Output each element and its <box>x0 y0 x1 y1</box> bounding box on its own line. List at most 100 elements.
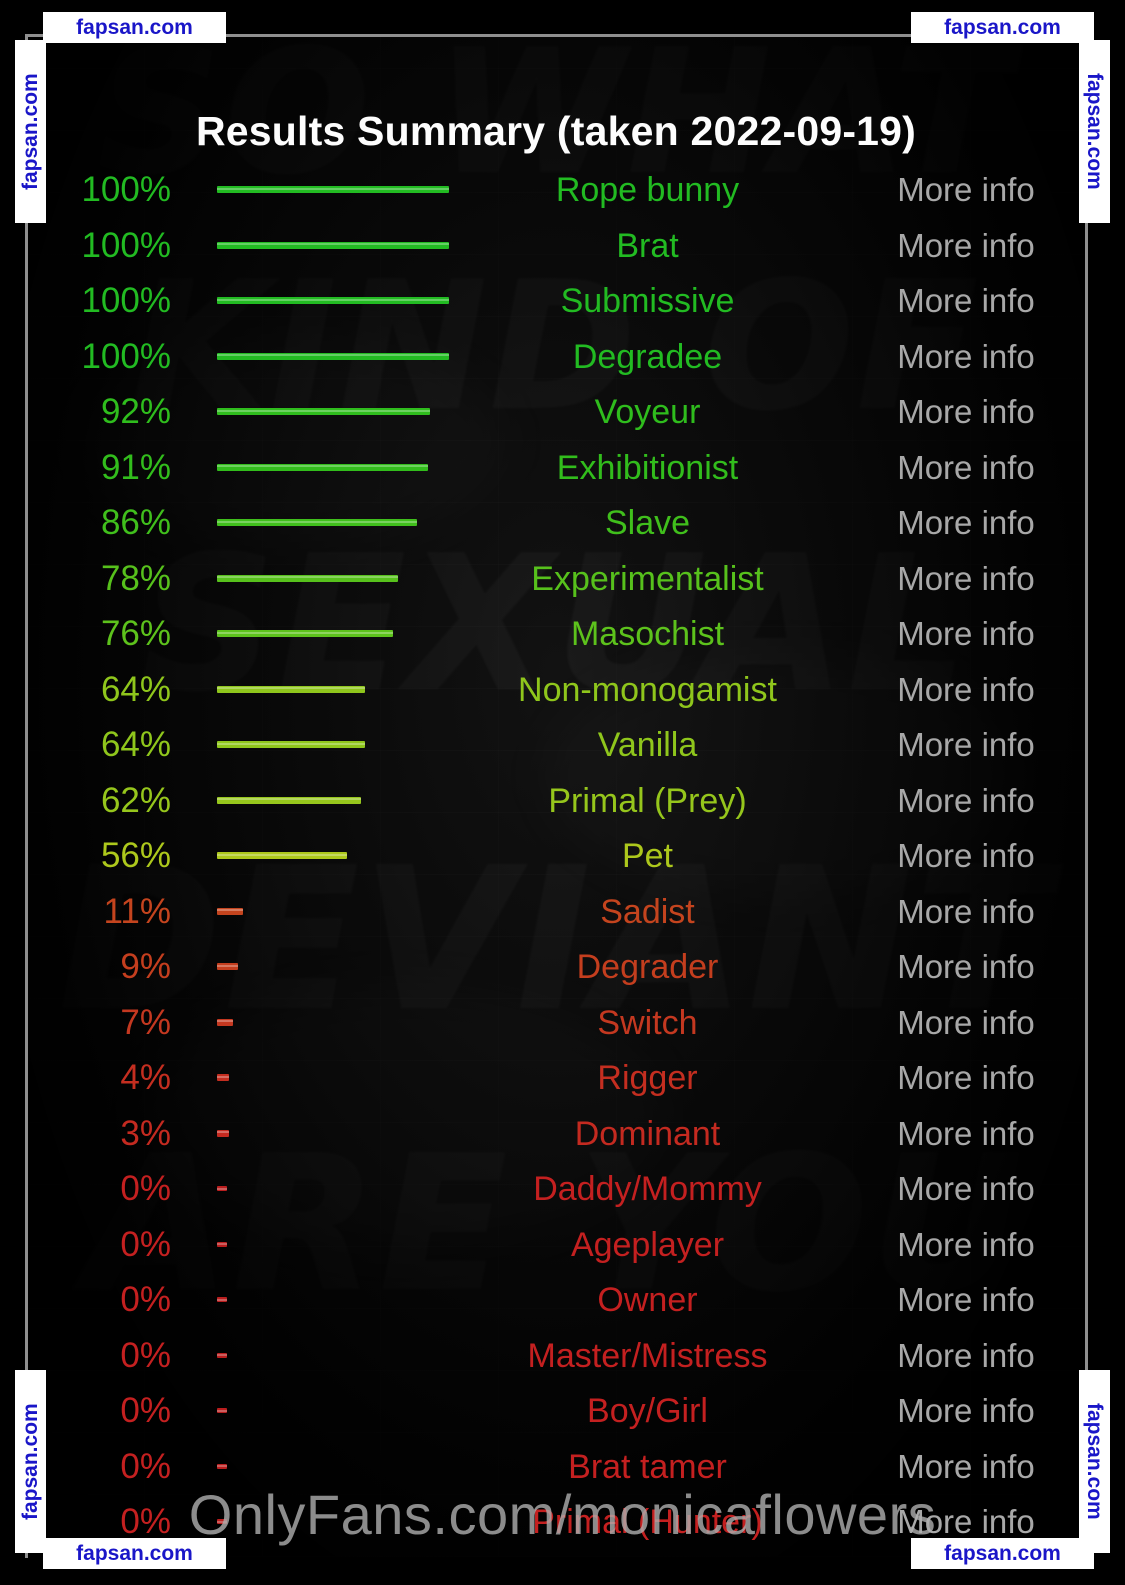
bar-track <box>217 667 449 713</box>
result-row: 64% Non-monogamist More info <box>26 667 1086 723</box>
result-label: Degradee <box>572 337 723 376</box>
bar-track <box>217 167 449 213</box>
percent-bar <box>217 186 449 193</box>
percent-bar <box>217 963 238 970</box>
more-info-link[interactable]: More info <box>846 1333 1086 1379</box>
percent-value: 3% <box>120 1113 171 1153</box>
percent-value: 100% <box>81 225 171 265</box>
more-info-link[interactable]: More info <box>846 278 1086 324</box>
bar-track <box>217 334 449 380</box>
bar-track <box>217 556 449 602</box>
result-row: 11% Sadist More info <box>26 889 1086 945</box>
result-label: Switch <box>597 1003 698 1042</box>
percent-bar <box>217 1241 227 1247</box>
more-info-link[interactable]: More info <box>846 1388 1086 1434</box>
result-label: Ageplayer <box>570 1225 725 1264</box>
result-label: Primal (Prey) <box>548 781 747 820</box>
result-label: Brat <box>616 226 679 265</box>
more-info-link[interactable]: More info <box>846 1166 1086 1212</box>
percent-value: 91% <box>100 447 171 487</box>
bar-track <box>217 889 449 935</box>
result-row: 9% Degrader More info <box>26 944 1086 1000</box>
watermark-top-left-horizontal: fapsan.com <box>43 12 226 43</box>
more-info-link[interactable]: More info <box>846 389 1086 435</box>
result-label: Sadist <box>600 892 695 931</box>
results-summary-screen: SO WHAT KIND OF SEXUAL DEVIANT ARE YOU R… <box>0 0 1125 1585</box>
percent-value: 9% <box>120 947 171 986</box>
percent-bar <box>217 1186 227 1191</box>
more-info-link[interactable]: More info <box>846 167 1086 213</box>
percent-value: 0% <box>120 1391 171 1430</box>
result-row: 76% Masochist More info <box>26 611 1086 667</box>
result-row: 86% Slave More info <box>26 500 1086 556</box>
bar-track <box>217 1277 449 1323</box>
result-row: 78% Experimentalist More info <box>26 556 1086 612</box>
percent-value: 100% <box>81 170 171 209</box>
bar-track <box>217 500 449 546</box>
more-info-link[interactable]: More info <box>846 500 1086 546</box>
result-label: Non-monogamist <box>518 670 777 709</box>
percent-bar <box>217 741 366 748</box>
watermark-bottom-right-vertical: fapsan.com <box>1079 1370 1110 1553</box>
result-row: 91% Exhibitionist More info <box>26 445 1086 501</box>
more-info-link[interactable]: More info <box>846 722 1086 768</box>
page-title: Results Summary (taken 2022-09-19) <box>195 108 917 154</box>
watermark-bottom-right-horizontal: fapsan.com <box>911 1538 1094 1569</box>
percent-bar <box>217 574 398 582</box>
more-info-link[interactable]: More info <box>846 223 1086 269</box>
percent-bar <box>217 907 243 915</box>
percent-value: 86% <box>100 503 171 542</box>
bar-track <box>217 1166 449 1212</box>
more-info-link[interactable]: More info <box>846 334 1086 380</box>
result-row: 100% Brat More info <box>26 223 1086 279</box>
percent-value: 0% <box>120 1224 171 1264</box>
percent-bar <box>217 1297 227 1302</box>
result-label: Exhibitionist <box>556 448 739 487</box>
more-info-link[interactable]: More info <box>846 667 1086 713</box>
more-info-link[interactable]: More info <box>846 778 1086 824</box>
watermark-bottom-left-vertical: fapsan.com <box>15 1370 46 1553</box>
bar-track <box>217 611 449 657</box>
bar-track <box>217 944 449 990</box>
percent-bar <box>217 796 361 804</box>
more-info-link[interactable]: More info <box>846 1277 1086 1323</box>
percent-bar <box>217 852 347 859</box>
result-label: Rope bunny <box>555 171 740 209</box>
result-row: 92% Voyeur More info <box>26 389 1086 445</box>
percent-bar <box>217 1074 229 1081</box>
result-label: Masochist <box>570 615 725 653</box>
more-info-link[interactable]: More info <box>846 944 1086 990</box>
watermark-bottom-left-horizontal: fapsan.com <box>43 1538 226 1569</box>
bar-track <box>217 722 449 768</box>
result-label: Boy/Girl <box>587 1392 708 1430</box>
percent-bar <box>217 519 417 526</box>
more-info-link[interactable]: More info <box>846 445 1086 491</box>
bar-track <box>217 1111 449 1157</box>
percent-value: 100% <box>81 281 171 320</box>
more-info-link[interactable]: More info <box>846 1055 1086 1101</box>
percent-bar <box>217 685 366 693</box>
bar-track <box>217 278 449 324</box>
result-row: 0% Master/Mistress More info <box>26 1333 1086 1389</box>
percent-bar <box>217 241 449 249</box>
watermark-top-left-vertical: fapsan.com <box>15 40 46 223</box>
more-info-link[interactable]: More info <box>846 833 1086 879</box>
percent-value: 0% <box>120 1169 171 1208</box>
more-info-link[interactable]: More info <box>846 889 1086 935</box>
percent-bar <box>217 1463 227 1469</box>
percent-bar <box>217 463 429 471</box>
result-label: Vanilla <box>597 726 698 764</box>
bar-track <box>217 1333 449 1379</box>
bar-track <box>217 445 449 491</box>
percent-value: 0% <box>120 1280 171 1319</box>
more-info-link[interactable]: More info <box>846 611 1086 657</box>
more-info-link[interactable]: More info <box>846 1111 1086 1157</box>
more-info-link[interactable]: More info <box>846 1222 1086 1268</box>
percent-value: 92% <box>100 392 171 431</box>
percent-value: 11% <box>103 891 171 931</box>
percent-value: 76% <box>100 614 171 653</box>
more-info-link[interactable]: More info <box>846 1000 1086 1046</box>
more-info-link[interactable]: More info <box>846 556 1086 602</box>
result-row: 100% Rope bunny More info <box>26 167 1086 223</box>
percent-bar <box>217 1408 227 1413</box>
